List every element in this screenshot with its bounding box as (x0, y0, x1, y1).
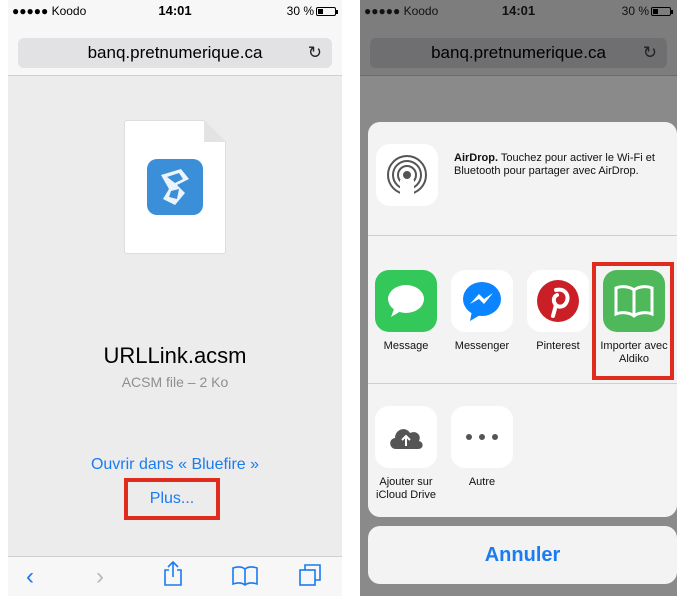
share-icon[interactable] (162, 560, 184, 594)
app-label: Message (383, 340, 429, 352)
airdrop-description: AirDrop. Touchez pour activer le Wi-Fi e… (454, 152, 669, 178)
tabs-icon[interactable] (298, 563, 322, 594)
app-label: Messenger (454, 340, 510, 352)
open-in-bluefire-link[interactable]: Ouvrir dans « Bluefire » (8, 456, 342, 474)
left-screen: ●●●●● Koodo 14:01 30 % banq.pretnumeriqu… (8, 0, 342, 596)
messenger-icon (451, 270, 513, 332)
app-messenger[interactable]: Messenger (444, 270, 520, 353)
airdrop-icon (376, 144, 438, 206)
battery-icon (316, 7, 338, 17)
battery-text: 30 % (621, 4, 649, 18)
reload-icon[interactable]: ↻ (308, 43, 322, 63)
app-pinterest[interactable]: Pinterest (520, 270, 596, 353)
more-button[interactable]: Plus... (124, 478, 220, 520)
airdrop-section[interactable]: AirDrop. Touchez pour activer le Wi-Fi e… (368, 122, 677, 236)
icloud-upload-icon (375, 406, 437, 468)
action-row: Ajouter sur iCloud Drive Autre (368, 384, 677, 517)
url-text: banq.pretnumerique.ca (87, 43, 263, 62)
battery: 30 % (286, 4, 338, 18)
app-label: Pinterest (536, 340, 580, 352)
bottom-toolbar: ‹ › (8, 556, 342, 596)
action-label: Autre (468, 476, 496, 488)
share-sheet: AirDrop. Touchez pour activer le Wi-Fi e… (368, 122, 677, 517)
forward-icon[interactable]: › (96, 563, 104, 591)
reload-icon: ↻ (642, 43, 657, 62)
address-bar[interactable]: banq.pretnumerique.ca ↻ (18, 38, 332, 68)
pinterest-icon (527, 270, 589, 332)
action-label: Ajouter sur iCloud Drive (376, 476, 436, 501)
action-more[interactable]: Autre (444, 406, 520, 489)
status-bar: ●●●●● Koodo 14:01 30 % (360, 0, 677, 20)
file-meta: ACSM file – 2 Ko (121, 374, 229, 390)
message-icon (375, 270, 437, 332)
status-bar: ●●●●● Koodo 14:01 30 % (8, 0, 342, 20)
battery-text: 30 % (286, 4, 314, 18)
cancel-button[interactable]: Annuler (368, 526, 677, 584)
file-icon (124, 120, 226, 254)
url-text: banq.pretnumerique.ca (431, 43, 606, 62)
more-dots-icon (451, 406, 513, 468)
action-icloud-drive[interactable]: Ajouter sur iCloud Drive (368, 406, 444, 502)
bluefire-logo-icon (147, 159, 203, 215)
battery: 30 % (621, 4, 673, 18)
app-message[interactable]: Message (368, 270, 444, 353)
airdrop-title: AirDrop. (454, 152, 498, 164)
file-name: URLLink.acsm (103, 343, 247, 368)
right-screen: ●●●●● Koodo 14:01 30 % banq.pretnumeriqu… (360, 0, 677, 596)
bookmarks-icon[interactable] (232, 565, 258, 593)
aldiko-highlight (592, 262, 674, 380)
back-icon[interactable]: ‹ (26, 563, 34, 591)
battery-icon (651, 7, 673, 17)
address-bar: banq.pretnumerique.ca ↻ (370, 38, 667, 68)
